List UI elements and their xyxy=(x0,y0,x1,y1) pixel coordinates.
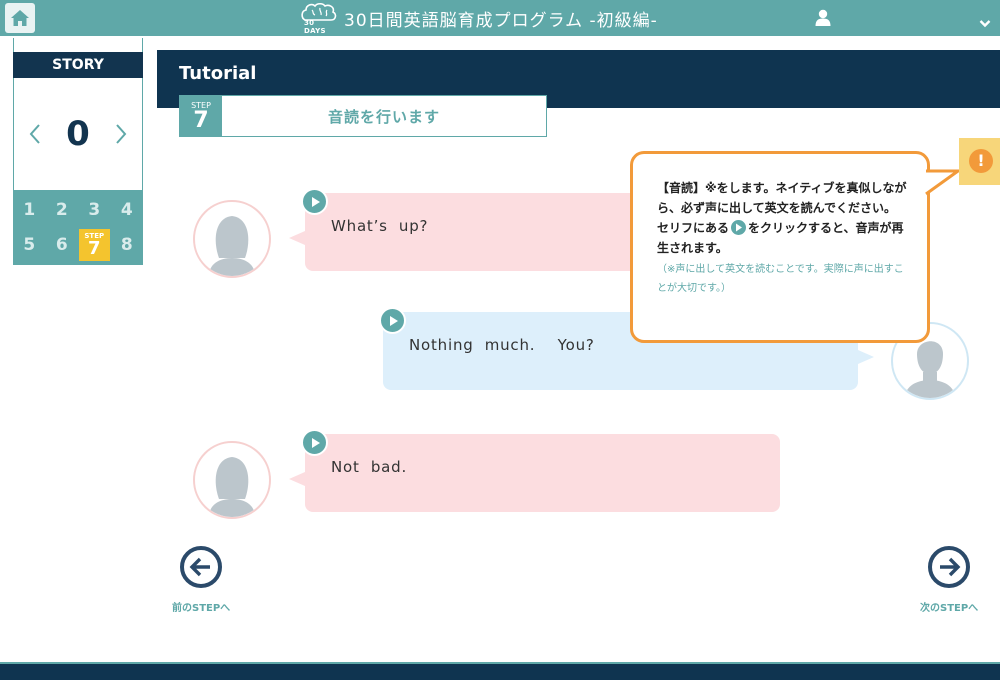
prev-step-label: 前のSTEPへ xyxy=(172,603,231,614)
play-icon xyxy=(311,196,320,207)
alert-toggle[interactable]: ! xyxy=(959,138,1000,185)
dropdown-toggle[interactable] xyxy=(979,13,991,32)
step-badge: STEP 7 xyxy=(180,96,222,136)
story-number: 0 xyxy=(66,114,90,154)
play-icon xyxy=(731,220,747,235)
top-bar: 30 DAYS 30日間英語脳育成プログラム -初級編- xyxy=(0,0,1000,36)
step-header: STEP 7 音読を行います xyxy=(179,95,547,137)
tutorial-tooltip: 【音読】※をします。ネイティブを真似しながら、必ず声に出して英文を読んでください… xyxy=(630,151,961,343)
story-sidebar: STORY 0 1 2 3 4 5 6 STEP 7 8 xyxy=(13,38,143,265)
user-icon xyxy=(815,9,831,26)
dialogue-text: What’s up? xyxy=(331,217,429,235)
logo-text: 30 DAYS xyxy=(304,19,326,35)
next-step-label: 次のSTEPへ xyxy=(920,603,979,614)
tooltip-text: 【音読】※をします。ネイティブを真似しながら、必ず声に出して英文を読んでください… xyxy=(657,181,907,215)
step-5[interactable]: 5 xyxy=(13,228,46,263)
tooltip-text-2a: セリフにある xyxy=(657,221,730,235)
brand: 30 DAYS 30日間英語脳育成プログラム -初級編- xyxy=(300,2,658,35)
female-avatar xyxy=(193,441,271,519)
footer-bar xyxy=(0,662,1000,680)
step-7-active[interactable]: STEP 7 xyxy=(79,228,110,261)
play-audio-button[interactable] xyxy=(301,188,328,215)
arrow-right-icon xyxy=(928,546,971,588)
step-8[interactable]: 8 xyxy=(111,228,144,263)
step-4[interactable]: 4 xyxy=(111,193,144,228)
sidebar-strip xyxy=(13,38,143,52)
step-7-label: 7 xyxy=(87,237,101,259)
brain-logo-icon: 30 DAYS xyxy=(300,2,338,35)
play-audio-button[interactable] xyxy=(301,429,328,456)
arrow-left-icon xyxy=(180,546,223,588)
home-icon xyxy=(11,10,29,26)
step-2[interactable]: 2 xyxy=(46,193,79,228)
app-title: 30日間英語脳育成プログラム -初級編- xyxy=(344,10,658,31)
next-story-button[interactable] xyxy=(110,119,132,149)
chevron-left-icon xyxy=(29,124,40,144)
next-step-button[interactable]: 次のSTEPへ xyxy=(920,546,978,614)
dialogue-text: Nothing much. You? xyxy=(409,336,595,354)
story-selector: 0 xyxy=(13,78,143,190)
prev-step-button[interactable]: 前のSTEPへ xyxy=(172,546,230,614)
user-menu-button[interactable] xyxy=(815,9,831,30)
play-icon xyxy=(311,437,320,448)
play-icon xyxy=(389,315,398,326)
female-silhouette-icon xyxy=(209,216,255,276)
chevron-down-icon xyxy=(979,20,991,28)
step-grid: 1 2 3 4 5 6 STEP 7 8 xyxy=(13,190,143,265)
chevron-right-icon xyxy=(116,124,127,144)
exclamation-icon: ! xyxy=(969,149,993,173)
female-silhouette-icon xyxy=(209,457,255,517)
dialogue-bubble: Not bad. xyxy=(289,434,780,512)
prev-story-button[interactable] xyxy=(24,119,46,149)
step-badge-number: 7 xyxy=(193,107,209,133)
tooltip-text-2: セリフにある をクリックすると、音声が再生されます。 xyxy=(657,218,907,258)
page-title: Tutorial xyxy=(179,63,257,84)
tooltip-note: （※声に出して英文を読むことです。実際に声に出すことが大切です。） xyxy=(657,264,904,294)
home-button[interactable] xyxy=(5,3,35,33)
tooltip-tail xyxy=(925,169,961,196)
step-1[interactable]: 1 xyxy=(13,193,46,228)
female-avatar xyxy=(193,200,271,278)
story-label: STORY xyxy=(13,52,143,78)
dialogue-text: Not bad. xyxy=(331,458,408,476)
play-audio-button[interactable] xyxy=(379,307,406,334)
step-6[interactable]: 6 xyxy=(46,228,79,263)
step-3[interactable]: 3 xyxy=(78,193,111,228)
step-title: 音読を行います xyxy=(327,107,440,126)
